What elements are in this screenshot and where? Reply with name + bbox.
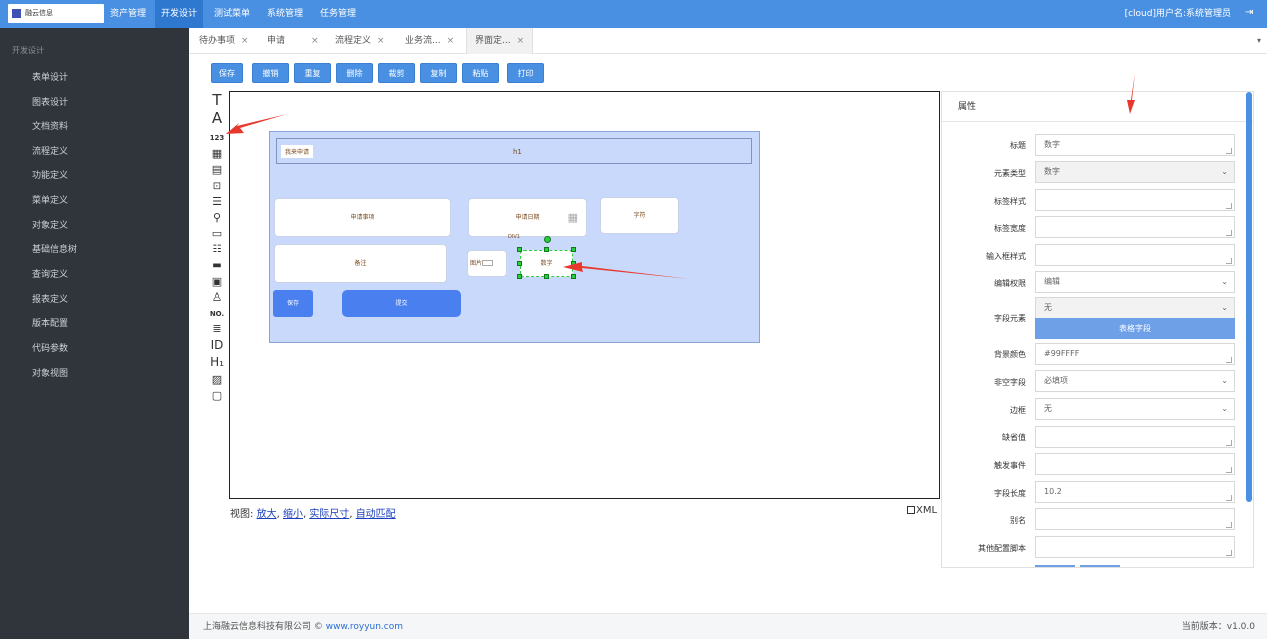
arrow-to-number-icon: [226, 114, 287, 134]
footer: 上海融云信息科技有限公司 © www.royyun.com 当前版本：v1.0.…: [189, 613, 1267, 639]
version-label: 当前版本：v1.0.0: [1181, 622, 1255, 632]
company-name: 上海融云信息科技有限公司 ©: [203, 622, 323, 632]
arrow-to-properties-panel: [1127, 73, 1135, 114]
arrow-to-selected-field: [563, 262, 690, 279]
company-link[interactable]: www.royyun.com: [326, 622, 403, 632]
copyright: 上海融云信息科技有限公司 © www.royyun.com: [203, 614, 403, 640]
annotation-arrows: [226, 73, 1135, 279]
